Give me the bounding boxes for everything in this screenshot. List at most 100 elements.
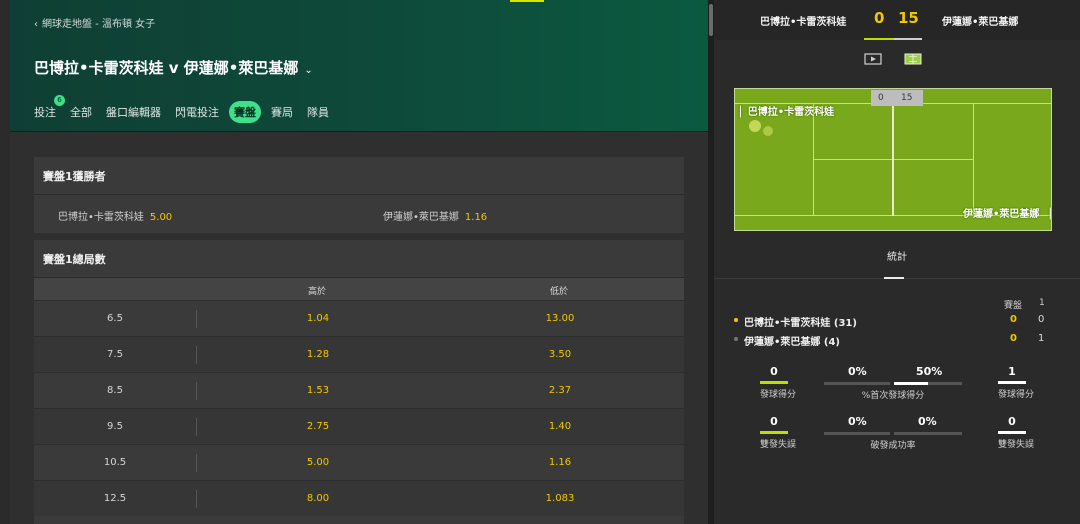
stat-double-faults-p1: 0 雙發失誤 [760, 415, 796, 450]
court-player1-label: ▏巴博拉•卡雷茨科娃 [740, 107, 835, 118]
stat-bar-fill [760, 431, 788, 434]
event-title[interactable]: 巴博拉•卡雷茨科娃 v 伊蓮娜•萊巴基娜 ⌄ [34, 57, 313, 78]
line-value: 10.5 [103, 457, 127, 468]
tab-games[interactable]: 賽局 [271, 101, 293, 123]
breadcrumb[interactable]: ‹ 網球走地盤 - 溫布頓 女子 [34, 15, 155, 30]
tab-label: 全部 [70, 106, 92, 119]
under-column-label: 低於 [550, 287, 569, 297]
table-row: 9.5 2.75 1.40 [34, 408, 684, 444]
stat-bar [998, 381, 1026, 384]
over-odds[interactable]: 1.04 [258, 313, 378, 324]
tab-bets[interactable]: 投注 6 [34, 95, 65, 123]
scoreboard: 巴博拉•卡雷茨科娃 0 15 伊蓮娜•萊巴基娜 [714, 0, 1080, 40]
stat-aces-p1: 0 發球得分 [760, 365, 797, 400]
table-row: 10.5 5.00 1.16 [34, 444, 684, 480]
stat-bar [998, 431, 1026, 434]
row-divider [196, 454, 197, 472]
under-odds[interactable]: 13.00 [500, 313, 620, 324]
stat-value: 0 [770, 365, 778, 378]
selection-name: 巴博拉•卡雷茨科娃 [58, 212, 144, 223]
over-odds[interactable]: 5.00 [258, 457, 378, 468]
selection-odds: 1.16 [464, 212, 488, 223]
set-header-label: 賽盤 [1004, 301, 1023, 311]
under-odds[interactable]: 1.16 [500, 457, 620, 468]
tab-sets[interactable]: 賽盤 [229, 101, 261, 123]
stat-first-serve: 0% 50% %首次發球得分 [824, 365, 962, 401]
stats-player1-name: 巴博拉•卡雷茨科娃 (31) [744, 318, 857, 329]
stat-value-p1: 0% [848, 365, 867, 378]
stat-label: 發球得分 [998, 390, 1035, 400]
selection-p2[interactable]: 伊蓮娜•萊巴基娜 1.16 [383, 208, 487, 223]
court-score1: 0 [878, 93, 884, 103]
stat-bar-fill [894, 382, 928, 385]
market-title[interactable]: 賽盤1總局數 [34, 240, 684, 278]
stat-value-p2: 50% [916, 365, 943, 378]
court-view-icon[interactable] [904, 53, 922, 65]
over-odds[interactable]: 1.53 [258, 385, 378, 396]
selection-odds: 5.00 [149, 212, 173, 223]
tab-market-editor[interactable]: 盤口編輯器 [106, 101, 161, 123]
stats-player2-name: 伊蓮娜•萊巴基娜 (4) [744, 337, 840, 348]
tab-label: 投注 [34, 106, 56, 119]
stat-label: 發球得分 [760, 390, 797, 400]
market-pane: ‹ 網球走地盤 - 溫布頓 女子 巴博拉•卡雷茨科娃 v 伊蓮娜•萊巴基娜 ⌄ 投注… [10, 0, 708, 524]
stat-break-points: 0% 0% 破發成功率 [824, 415, 962, 451]
tab-all[interactable]: 全部 [70, 101, 92, 123]
over-odds[interactable]: 1.28 [258, 349, 378, 360]
stat-bar-fill [998, 431, 1026, 434]
tab-label: 賽盤 [234, 106, 256, 119]
stat-bar-fill [760, 381, 788, 384]
scoreboard-score1: 0 [874, 9, 885, 27]
serve-dot-icon [734, 318, 738, 322]
stat-value-p2: 0% [918, 415, 937, 428]
ball-trail-icon [763, 126, 773, 136]
stats-p2-games: 0 [1010, 333, 1017, 344]
set-header-number: 1 [1039, 298, 1045, 308]
live-pane: 巴博拉•卡雷茨科娃 0 15 伊蓮娜•萊巴基娜 0 15 ▏巴博拉•卡雷茨科娃 … [714, 0, 1080, 524]
tab-stats[interactable]: 統計 [714, 248, 1080, 263]
stat-bar-fill [998, 381, 1026, 384]
stat-value-p1: 0% [848, 415, 867, 428]
market-title[interactable]: 賽盤1獲勝者 [34, 157, 684, 195]
play-icon[interactable] [864, 53, 882, 65]
under-odds[interactable]: 2.37 [500, 385, 620, 396]
stat-double-faults-p2: 0 雙發失誤 [998, 415, 1034, 450]
chevron-left-icon: ‹ [34, 19, 38, 30]
selection-p1[interactable]: 巴博拉•卡雷茨科娃 5.00 [58, 208, 172, 223]
totals-rows: 6.5 1.04 13.00 7.5 1.28 3.50 8.5 1.53 2.… [34, 300, 684, 516]
under-odds[interactable]: 1.40 [500, 421, 620, 432]
stat-value: 1 [1008, 365, 1016, 378]
row-divider [196, 490, 197, 508]
tab-flash-bet[interactable]: 閃電投注 [175, 101, 219, 123]
event-title-text: 巴博拉•卡雷茨科娃 v 伊蓮娜•萊巴基娜 [34, 59, 299, 77]
row-divider [196, 310, 197, 328]
table-row: 12.5 8.00 1.083 [34, 480, 684, 516]
line-value: 8.5 [107, 385, 123, 396]
bet-count-badge: 6 [54, 95, 65, 106]
line-value: 9.5 [107, 421, 123, 432]
tab-label: 賽局 [271, 106, 293, 119]
scrollbar-thumb[interactable] [709, 4, 713, 36]
stat-label: 破發成功率 [870, 441, 916, 451]
over-odds[interactable]: 2.75 [258, 421, 378, 432]
stat-values: 0% 0% [824, 415, 962, 429]
tab-players[interactable]: 隊員 [307, 101, 329, 123]
over-odds[interactable]: 8.00 [258, 493, 378, 504]
tab-label: 隊員 [307, 106, 329, 119]
stat-value: 0 [770, 415, 778, 428]
scoreboard-score2: 15 [898, 9, 919, 27]
view-switcher [714, 53, 1080, 67]
court-player2-label: 伊蓮娜•萊巴基娜 ▕ [963, 209, 1051, 220]
scoreboard-player1: 巴博拉•卡雷茨科娃 [760, 17, 847, 28]
over-column-label: 高於 [308, 287, 327, 297]
stats-tab-underline [884, 277, 904, 279]
court-score2: 15 [901, 93, 913, 103]
court-net [892, 103, 894, 216]
court-player1-name: 巴博拉•卡雷茨科娃 [747, 107, 835, 118]
stat-bars [824, 382, 962, 385]
stat-bar-p1 [824, 432, 890, 435]
under-odds[interactable]: 1.083 [500, 493, 620, 504]
row-divider [196, 346, 197, 364]
under-odds[interactable]: 3.50 [500, 349, 620, 360]
court-player2-name: 伊蓮娜•萊巴基娜 [963, 209, 1040, 220]
